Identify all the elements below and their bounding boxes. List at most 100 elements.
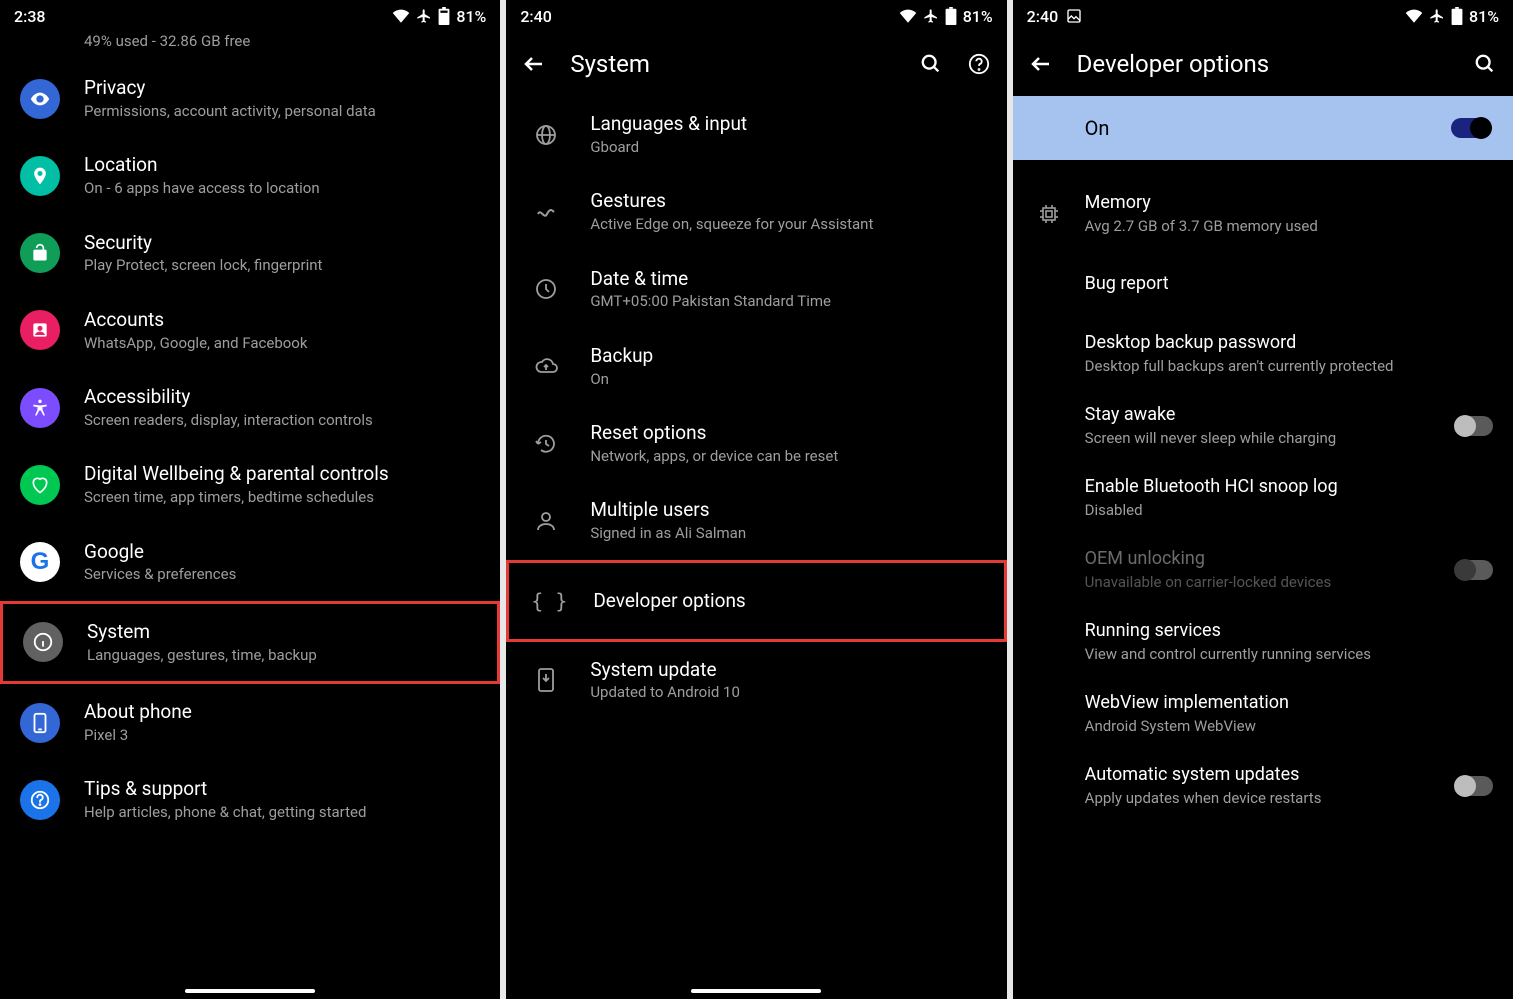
toggle-auto-updates[interactable] [1455,776,1493,796]
search-button[interactable] [919,52,943,76]
search-icon [1474,53,1496,75]
row-title: Languages & input [590,112,990,136]
airplane-icon [923,8,939,24]
setting-accessibility[interactable]: AccessibilityScreen readers, display, in… [0,369,500,446]
row-sub: Gboard [590,138,990,158]
setting-location[interactable]: LocationOn - 6 apps have access to locat… [0,137,500,214]
battery-icon [438,7,450,25]
help-icon [968,53,990,75]
setting-about[interactable]: About phonePixel 3 [0,684,500,761]
dev-stay-awake[interactable]: Stay awakeScreen will never sleep while … [1013,390,1513,462]
status-right: 81% [1405,7,1499,26]
system-update[interactable]: System updateUpdated to Android 10 [506,642,1006,719]
dev-auto-updates[interactable]: Automatic system updatesApply updates wh… [1013,750,1513,822]
row-sub: Updated to Android 10 [590,683,990,703]
settings-screen: 2:38 81% 49% used - 32.86 GB free Privac… [0,0,500,999]
battery-icon [1451,7,1463,25]
dev-bt-snoop[interactable]: Enable Bluetooth HCI snoop logDisabled [1013,462,1513,534]
system-list[interactable]: Languages & inputGboard GesturesActive E… [506,96,1006,999]
dev-master-toggle[interactable]: On [1013,96,1513,160]
setting-privacy[interactable]: PrivacyPermissions, account activity, pe… [0,60,500,137]
toggle-stay-awake[interactable] [1455,416,1493,436]
globe-icon [534,123,558,147]
google-icon: G [31,548,50,576]
setting-google[interactable]: G GoogleServices & preferences [0,524,500,601]
row-title: Gestures [590,189,990,213]
airplane-icon [416,8,432,24]
row-title: System [87,620,481,644]
wifi-icon [899,9,917,23]
system-backup[interactable]: BackupOn [506,328,1006,405]
back-button[interactable] [522,52,546,76]
setting-system[interactable]: SystemLanguages, gestures, time, backup [0,601,500,684]
setting-wellbeing[interactable]: Digital Wellbeing & parental controlsScr… [0,446,500,523]
system-languages[interactable]: Languages & inputGboard [506,96,1006,173]
accounts-icon [30,320,50,340]
back-button[interactable] [1029,52,1053,76]
row-title: Multiple users [590,498,990,522]
row-sub: Active Edge on, squeeze for your Assista… [590,215,990,235]
row-title: Automatic system updates [1085,764,1435,787]
search-icon [920,53,942,75]
row-sub: GMT+05:00 Pakistan Standard Time [590,292,990,312]
toggle-on[interactable] [1451,118,1491,138]
developer-screen: 2:40 81% Developer options On MemoryAvg … [1013,0,1513,999]
help-button[interactable] [967,52,991,76]
system-reset[interactable]: Reset optionsNetwork, apps, or device ca… [506,405,1006,482]
update-icon [536,667,556,693]
status-time: 2:40 [520,7,552,26]
row-sub: On [590,370,990,390]
gestures-icon [534,200,558,224]
system-developer[interactable]: { } Developer options [506,560,1006,642]
phone-icon [31,712,49,734]
system-gestures[interactable]: GesturesActive Edge on, squeeze for your… [506,173,1006,250]
row-title: WebView implementation [1085,692,1493,715]
dev-running-services[interactable]: Running servicesView and control current… [1013,606,1513,678]
row-title: Accounts [84,308,484,332]
row-sub: View and control currently running servi… [1085,645,1493,665]
row-sub: Avg 2.7 GB of 3.7 GB memory used [1085,217,1493,237]
row-title: Running services [1085,620,1493,643]
row-sub: Android System WebView [1085,717,1493,737]
nav-pill[interactable] [185,989,315,993]
clock-icon [534,277,558,301]
setting-security[interactable]: SecurityPlay Protect, screen lock, finge… [0,215,500,292]
wifi-icon [392,9,410,23]
setting-tips[interactable]: Tips & supportHelp articles, phone & cha… [0,761,500,838]
dev-webview[interactable]: WebView implementationAndroid System Web… [1013,678,1513,750]
row-sub: Services & preferences [84,565,484,585]
settings-list[interactable]: 49% used - 32.86 GB free PrivacyPermissi… [0,32,500,999]
dev-backup-password[interactable]: Desktop backup passwordDesktop full back… [1013,318,1513,390]
back-icon [1029,52,1053,76]
memory-icon [1037,202,1061,226]
row-sub: Languages, gestures, time, backup [87,646,481,666]
row-title: Date & time [590,267,990,291]
info-icon [32,631,54,653]
row-title: Stay awake [1085,404,1435,427]
row-title: About phone [84,700,484,724]
on-label: On [1085,116,1110,140]
row-sub: Screen readers, display, interaction con… [84,411,484,431]
search-button[interactable] [1473,52,1497,76]
row-title: Enable Bluetooth HCI snoop log [1085,476,1493,499]
row-sub: Screen time, app timers, bedtime schedul… [84,488,484,508]
system-datetime[interactable]: Date & timeGMT+05:00 Pakistan Standard T… [506,251,1006,328]
status-right: 81% [899,7,993,26]
row-sub: Screen will never sleep while charging [1085,429,1435,449]
developer-list[interactable]: MemoryAvg 2.7 GB of 3.7 GB memory used B… [1013,160,1513,999]
row-sub: Help articles, phone & chat, getting sta… [84,803,484,823]
header-title: Developer options [1077,50,1449,78]
battery-text: 81% [1469,7,1499,26]
row-sub: Play Protect, screen lock, fingerprint [84,256,484,276]
dev-bugreport[interactable]: Bug report [1013,250,1513,318]
nav-pill[interactable] [691,989,821,993]
storage-sub: 49% used - 32.86 GB free [0,32,500,60]
system-screen: 2:40 81% System Languages & inputGboard … [506,0,1006,999]
dev-memory[interactable]: MemoryAvg 2.7 GB of 3.7 GB memory used [1013,178,1513,250]
lock-open-icon [30,243,50,263]
row-sub: Permissions, account activity, personal … [84,102,484,122]
system-users[interactable]: Multiple usersSigned in as Ali Salman [506,482,1006,559]
row-sub: Apply updates when device restarts [1085,789,1435,809]
setting-accounts[interactable]: AccountsWhatsApp, Google, and Facebook [0,292,500,369]
row-title: Developer options [593,589,987,613]
